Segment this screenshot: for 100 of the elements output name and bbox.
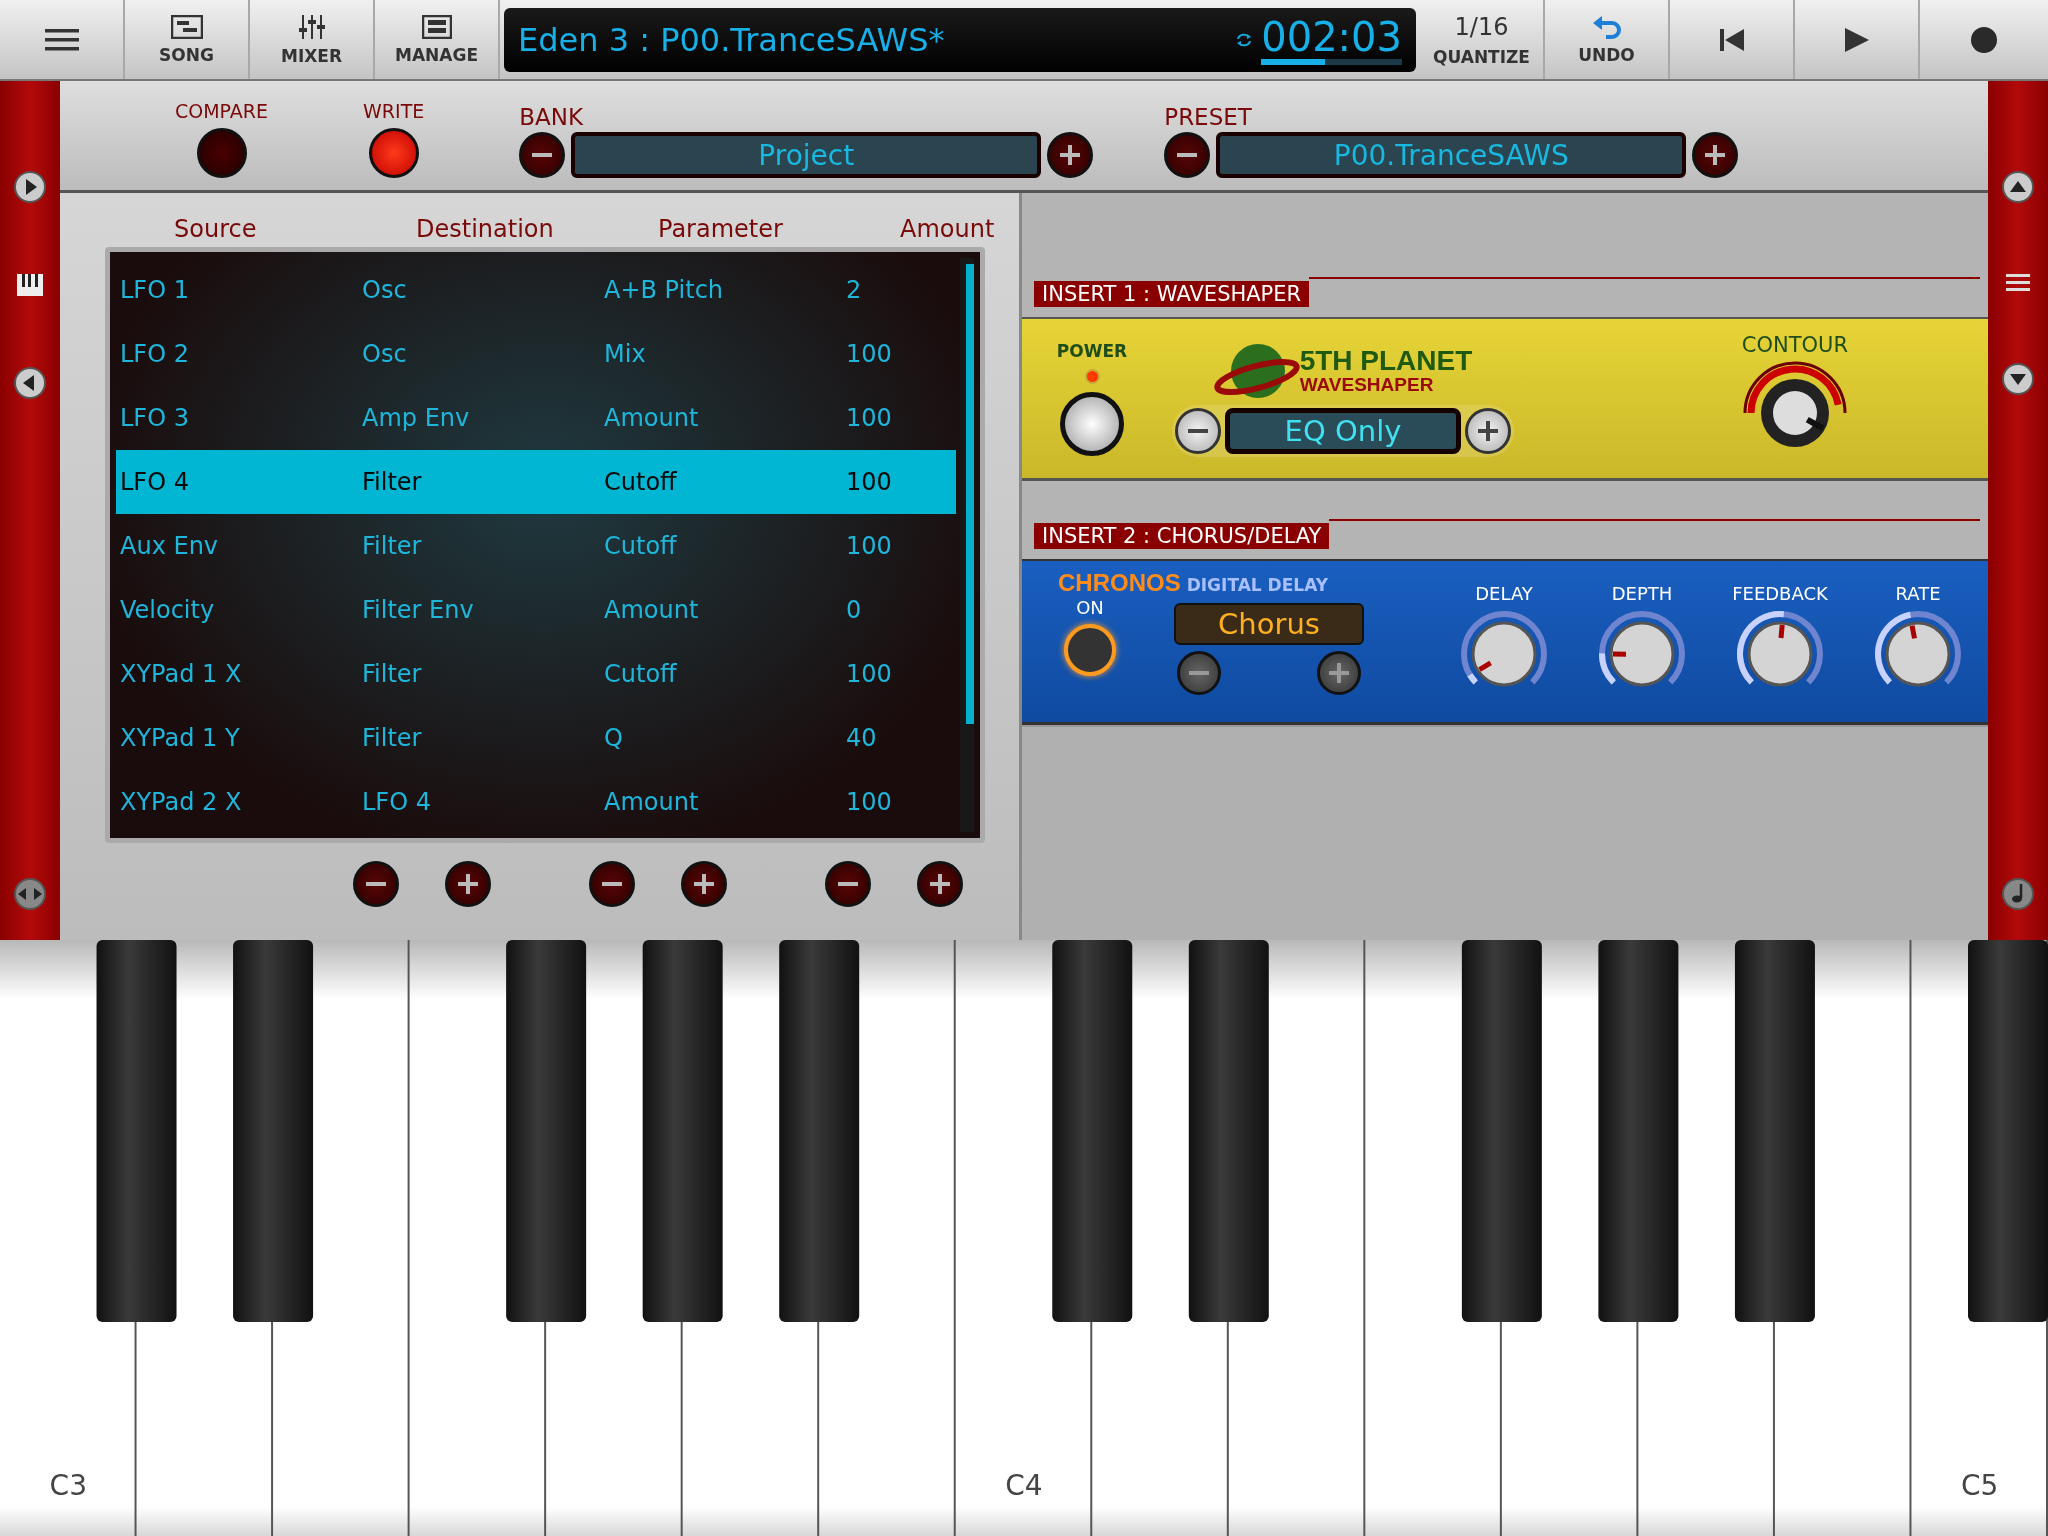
plus-button[interactable] [1465, 407, 1511, 454]
table-cell-text: 2 [846, 276, 863, 304]
column-header: Parameter [658, 215, 784, 243]
matrix-row[interactable]: Aux Env Filter Cutoff 100 [116, 514, 956, 578]
matrix-row[interactable]: LFO 4 Filter Cutoff 100 [116, 450, 956, 514]
contour-label: CONTOUR [1741, 332, 1848, 357]
swap-arrows-icon[interactable] [14, 878, 46, 910]
preset-field[interactable]: P00.TranceSAWS [1216, 132, 1687, 178]
table-cell-text: XYPad 2 X [120, 788, 243, 816]
plus-button[interactable] [1692, 132, 1739, 178]
piano-icon[interactable] [16, 273, 44, 297]
table-cell-text: 100 [846, 660, 893, 688]
brand-name: 5TH PLANET [1299, 347, 1473, 375]
scrollbar[interactable] [966, 264, 974, 724]
table-cell-text: LFO 4 [362, 788, 432, 816]
minus-icon [1189, 671, 1209, 675]
undo-icon [1591, 14, 1622, 39]
play-icon [1843, 26, 1870, 53]
matrix-row[interactable]: LFO 1 Osc A+B Pitch 2 [116, 258, 956, 322]
play-icon[interactable] [14, 171, 46, 203]
minus-button[interactable] [1164, 132, 1211, 178]
back-icon[interactable] [14, 367, 46, 399]
table-cell-text: 100 [846, 468, 893, 496]
timeline-icon [170, 14, 203, 39]
table-cell-text: A+B Pitch [604, 276, 725, 304]
plus-button[interactable] [445, 861, 491, 907]
compare-button[interactable] [196, 128, 247, 178]
column-header: Source [174, 215, 258, 243]
minus-button[interactable] [1175, 407, 1221, 454]
knob[interactable] [1747, 621, 1813, 687]
minus-icon [838, 882, 858, 886]
matrix-row[interactable]: XYPad 2 X LFO 4 Amount 100 [116, 770, 956, 834]
knob[interactable] [1885, 621, 1951, 687]
on-button[interactable] [1064, 624, 1116, 676]
down-icon[interactable] [2002, 363, 2034, 395]
piano-keyboard-drawing[interactable] [0, 940, 2048, 1536]
table-cell-text: Osc [362, 276, 408, 304]
plus-button[interactable] [917, 861, 963, 907]
column-header: Amount [900, 215, 996, 243]
plus-button[interactable] [1047, 132, 1094, 178]
mode-display: Chorus [1174, 603, 1364, 645]
minus-icon [532, 153, 553, 157]
table-cell-text: Amount [604, 788, 700, 816]
minus-button[interactable] [589, 861, 635, 907]
knob[interactable] [1609, 621, 1675, 687]
matrix-row[interactable]: XYPad 1 Y Filter Q 40 [116, 706, 956, 770]
plus-icon [458, 874, 478, 894]
plus-icon [1329, 663, 1349, 683]
matrix-row[interactable]: LFO 3 Amp Env Amount 100 [116, 386, 956, 450]
plus-icon [1060, 145, 1081, 165]
minus-icon [366, 882, 386, 886]
mixer-icon [297, 13, 326, 40]
record-icon [1970, 25, 1998, 54]
minus-button[interactable] [1177, 651, 1221, 695]
plus-button[interactable] [1317, 651, 1361, 695]
note-label: C4 [1005, 1469, 1043, 1502]
plus-button[interactable] [681, 861, 727, 907]
minus-icon [602, 882, 622, 886]
manage-button[interactable]: MANAGE [375, 0, 500, 79]
list-icon[interactable] [2006, 273, 2030, 293]
quantize-button[interactable]: 1/16 QUANTIZE [1420, 0, 1545, 79]
bank-field[interactable]: Project [571, 132, 1042, 178]
minus-button[interactable] [519, 132, 566, 178]
table-cell-text: Filter [362, 724, 423, 752]
compare-label: COMPARE [175, 100, 269, 122]
mixer-button[interactable]: MIXER [250, 0, 375, 79]
contour-knob[interactable] [1760, 378, 1829, 447]
on-label: ON [1076, 597, 1104, 618]
table-cell-text: Aux Env [120, 532, 220, 560]
preset-label: PRESET [1164, 104, 1252, 130]
undo-button[interactable]: UNDO [1545, 0, 1670, 79]
plus-icon [1705, 145, 1726, 165]
matrix-row[interactable]: XYPad 1 X Filter Cutoff 100 [116, 642, 956, 706]
minus-button[interactable] [353, 861, 399, 907]
plus-icon [694, 874, 714, 894]
knob[interactable] [1471, 621, 1537, 687]
knob-label: DEPTH [1611, 583, 1673, 604]
table-cell-text: LFO 1 [120, 276, 190, 304]
table-cell-text: Amount [604, 596, 700, 624]
table-cell-text: LFO 2 [120, 340, 190, 368]
time-counter: 002:03 [1261, 15, 1402, 59]
table-cell-text: Q [604, 724, 624, 752]
table-cell-text: 100 [846, 788, 893, 816]
table-cell-text: 100 [846, 532, 893, 560]
knob-label: FEEDBACK [1732, 583, 1828, 604]
up-icon[interactable] [2002, 171, 2034, 203]
table-cell-text: Filter [362, 468, 423, 496]
plus-icon [930, 874, 950, 894]
write-button[interactable] [368, 128, 419, 178]
song-button[interactable]: SONG [125, 0, 250, 79]
product-name: WAVESHAPER [1299, 375, 1435, 394]
matrix-row[interactable]: Velocity Filter Env Amount 0 [116, 578, 956, 642]
table-cell-text: XYPad 1 X [120, 660, 243, 688]
table-cell-text: Cutoff [604, 468, 678, 496]
plus-icon [1478, 420, 1498, 441]
matrix-row[interactable]: LFO 2 Osc Mix 100 [116, 322, 956, 386]
power-button[interactable] [1060, 392, 1124, 456]
note-icon[interactable] [2002, 878, 2034, 910]
minus-button[interactable] [825, 861, 871, 907]
minus-icon [1188, 428, 1208, 433]
